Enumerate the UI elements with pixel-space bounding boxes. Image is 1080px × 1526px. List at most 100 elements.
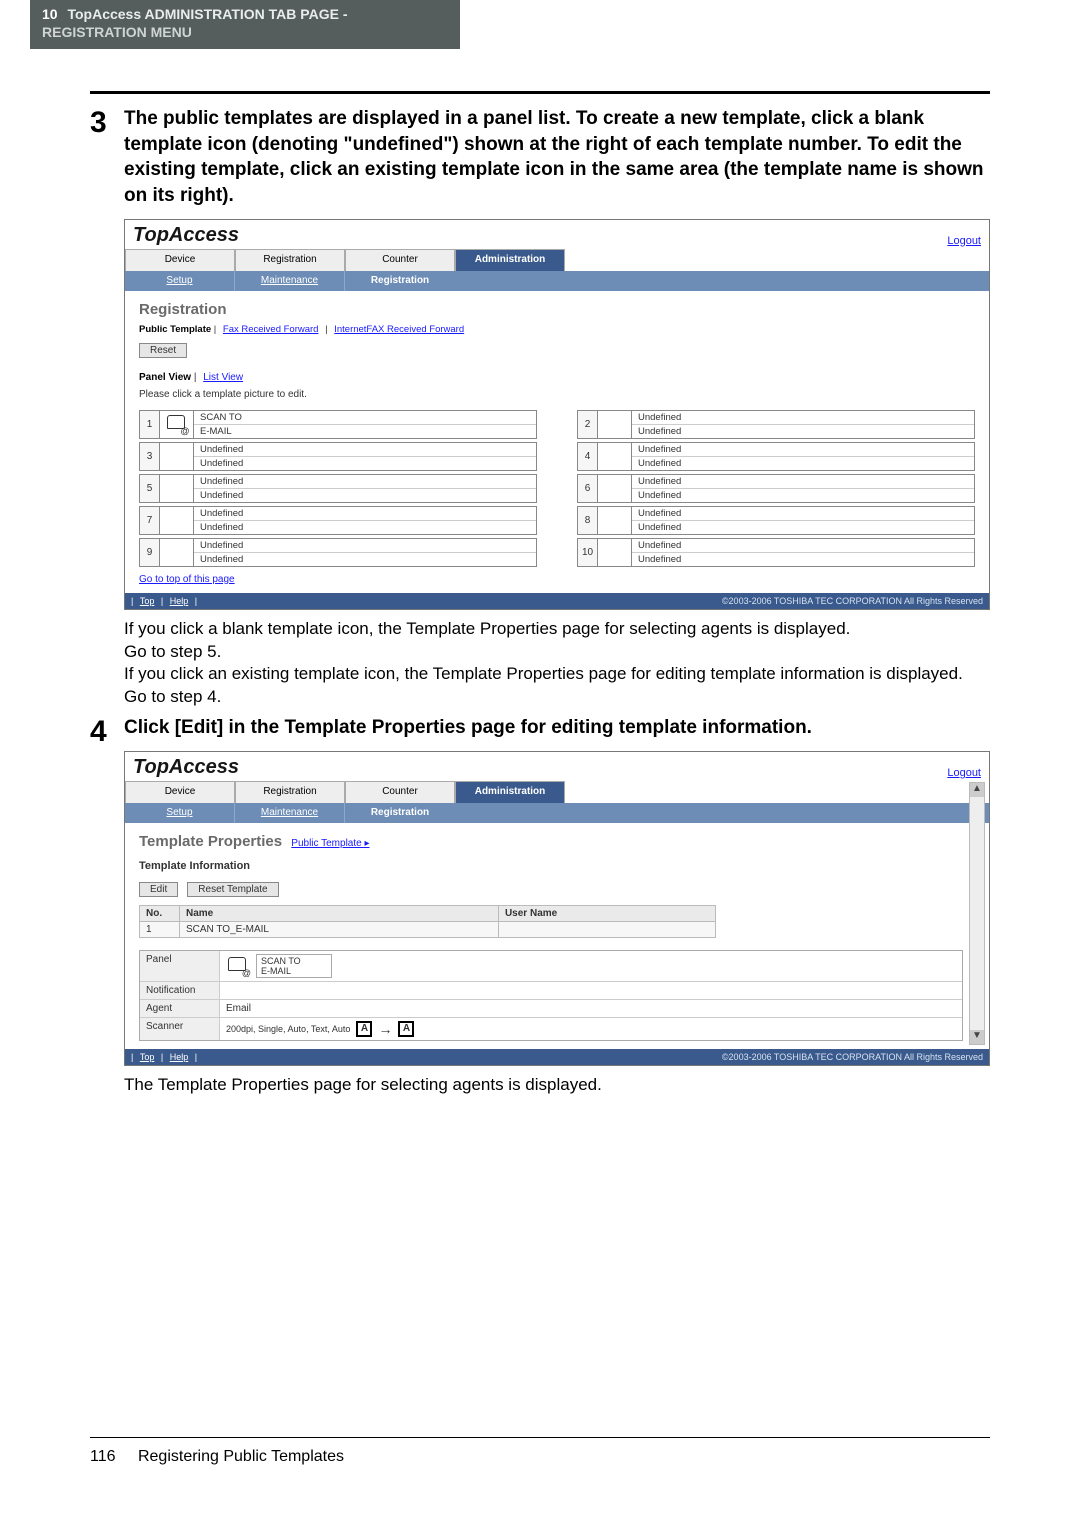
- footer-top-link[interactable]: Top: [140, 1052, 155, 1062]
- template-label: Undefined: [194, 539, 536, 553]
- template-number: 5: [140, 475, 160, 502]
- arrow-right-icon: →: [378, 1021, 392, 1037]
- template-number: 7: [140, 507, 160, 534]
- template-icon-blank[interactable]: [598, 443, 632, 470]
- tab-registration[interactable]: Registration: [235, 781, 345, 803]
- template-icon-blank[interactable]: [598, 411, 632, 438]
- template-number: 10: [578, 539, 598, 566]
- template-icon-blank[interactable]: [598, 507, 632, 534]
- tab-device[interactable]: Device: [125, 249, 235, 271]
- template-row: 2 UndefinedUndefined: [577, 410, 975, 439]
- template-icon-blank[interactable]: [598, 539, 632, 566]
- subtab-setup[interactable]: Setup: [125, 803, 235, 823]
- step3-after-line: If you click a blank template icon, the …: [124, 618, 990, 641]
- footer-help-link[interactable]: Help: [170, 1052, 189, 1062]
- page-heading: Template Properties: [139, 833, 282, 850]
- tab-administration[interactable]: Administration: [455, 781, 565, 803]
- footer-top-link[interactable]: Top: [140, 596, 155, 606]
- screenshot-footer: | Top | Help | ©2003-2006 TOSHIBA TEC CO…: [125, 593, 989, 609]
- go-to-top-link[interactable]: Go to top of this page: [139, 574, 235, 585]
- template-icon[interactable]: [160, 411, 194, 438]
- breadcrumb-public-template[interactable]: Public Template ▸: [291, 838, 369, 849]
- tab-administration[interactable]: Administration: [455, 249, 565, 271]
- prop-notification-label: Notification: [140, 982, 220, 999]
- template-row: 5 UndefinedUndefined: [139, 474, 537, 503]
- scroll-down-icon[interactable]: ▼: [970, 1030, 984, 1044]
- col-name: Name: [180, 905, 499, 921]
- step4-title: Click [Edit] in the Template Properties …: [124, 715, 990, 741]
- prop-agent-value: Email: [220, 1000, 962, 1017]
- sub-tabs: Setup Maintenance Registration: [125, 803, 989, 823]
- step-4: 4 Click [Edit] in the Template Propertie…: [90, 715, 990, 1097]
- list-view-link[interactable]: List View: [203, 372, 243, 383]
- step3-after-line: Go to step 5.: [124, 641, 990, 664]
- template-icon-blank[interactable]: [598, 475, 632, 502]
- footer-help-link[interactable]: Help: [170, 596, 189, 606]
- cell-no: 1: [140, 921, 180, 937]
- template-label: SCAN TO: [194, 411, 536, 425]
- scan-email-icon: [165, 413, 189, 435]
- view-toggle: Panel View | List View: [139, 372, 975, 383]
- template-label: Undefined: [194, 521, 536, 534]
- properties-box: Panel SCAN TO E-MAIL Notification: [139, 950, 963, 1041]
- letter-a-icon: A: [356, 1021, 372, 1037]
- horizontal-rule: [90, 91, 990, 94]
- step4-after-text: The Template Properties page for selecti…: [124, 1074, 990, 1097]
- prop-agent-label: Agent: [140, 1000, 220, 1017]
- panel-caption-a: SCAN TO: [261, 956, 301, 966]
- subtab-maintenance[interactable]: Maintenance: [235, 271, 345, 291]
- template-number: 9: [140, 539, 160, 566]
- template-icon-blank[interactable]: [160, 475, 194, 502]
- table-row: 1 SCAN TO_E-MAIL: [140, 921, 716, 937]
- breadcrumb-ifax-forward[interactable]: InternetFAX Received Forward: [334, 324, 464, 335]
- tab-device[interactable]: Device: [125, 781, 235, 803]
- template-label: Undefined: [632, 521, 974, 534]
- col-no: No.: [140, 905, 180, 921]
- template-label: Undefined: [632, 553, 974, 566]
- subtab-registration[interactable]: Registration: [345, 271, 455, 291]
- subtab-maintenance[interactable]: Maintenance: [235, 803, 345, 823]
- step-number: 4: [90, 715, 124, 1097]
- template-number: 4: [578, 443, 598, 470]
- template-icon-blank[interactable]: [160, 443, 194, 470]
- template-icon-blank[interactable]: [160, 539, 194, 566]
- topaccess-logo: TopAccess: [133, 756, 239, 779]
- breadcrumb-current: Public Template: [139, 324, 211, 335]
- tab-counter[interactable]: Counter: [345, 249, 455, 271]
- step-3: 3 The public templates are displayed in …: [90, 106, 990, 709]
- template-number: 1: [140, 411, 160, 438]
- logout-link[interactable]: Logout: [947, 235, 981, 247]
- template-icon-blank[interactable]: [160, 507, 194, 534]
- cell-username: [498, 921, 715, 937]
- template-row: 9 UndefinedUndefined: [139, 538, 537, 567]
- subtab-setup[interactable]: Setup: [125, 271, 235, 291]
- logout-link[interactable]: Logout: [947, 767, 981, 779]
- breadcrumb: Public Template | Fax Received Forward |…: [139, 324, 975, 335]
- breadcrumb-fax-forward[interactable]: Fax Received Forward: [223, 324, 319, 335]
- step-number: 3: [90, 106, 124, 709]
- tab-registration[interactable]: Registration: [235, 249, 345, 271]
- template-row: 3 UndefinedUndefined: [139, 442, 537, 471]
- reset-template-button[interactable]: Reset Template: [187, 882, 278, 897]
- sub-tabs: Setup Maintenance Registration: [125, 271, 989, 291]
- scan-email-icon: [226, 955, 250, 977]
- page-footer: 116 Registering Public Templates: [90, 1437, 990, 1466]
- edit-button[interactable]: Edit: [139, 882, 178, 897]
- template-row: 10 UndefinedUndefined: [577, 538, 975, 567]
- col-username: User Name: [498, 905, 715, 921]
- copyright-text: ©2003-2006 TOSHIBA TEC CORPORATION All R…: [722, 596, 983, 606]
- tab-counter[interactable]: Counter: [345, 781, 455, 803]
- page-footer-title: Registering Public Templates: [138, 1448, 344, 1465]
- step3-after-line: Go to step 4.: [124, 686, 990, 709]
- template-row: 8 UndefinedUndefined: [577, 506, 975, 535]
- chapter-header: 10 TopAccess ADMINISTRATION TAB PAGE - R…: [30, 0, 460, 49]
- template-label: Undefined: [194, 507, 536, 521]
- panel-view-label: Panel View: [139, 372, 191, 383]
- scrollbar[interactable]: ▲ ▼: [969, 782, 985, 1045]
- scroll-up-icon[interactable]: ▲: [970, 783, 984, 797]
- template-label: Undefined: [632, 425, 974, 438]
- template-label: Undefined: [632, 457, 974, 470]
- reset-button[interactable]: Reset: [139, 343, 187, 358]
- template-row: 7 UndefinedUndefined: [139, 506, 537, 535]
- subtab-registration[interactable]: Registration: [345, 803, 455, 823]
